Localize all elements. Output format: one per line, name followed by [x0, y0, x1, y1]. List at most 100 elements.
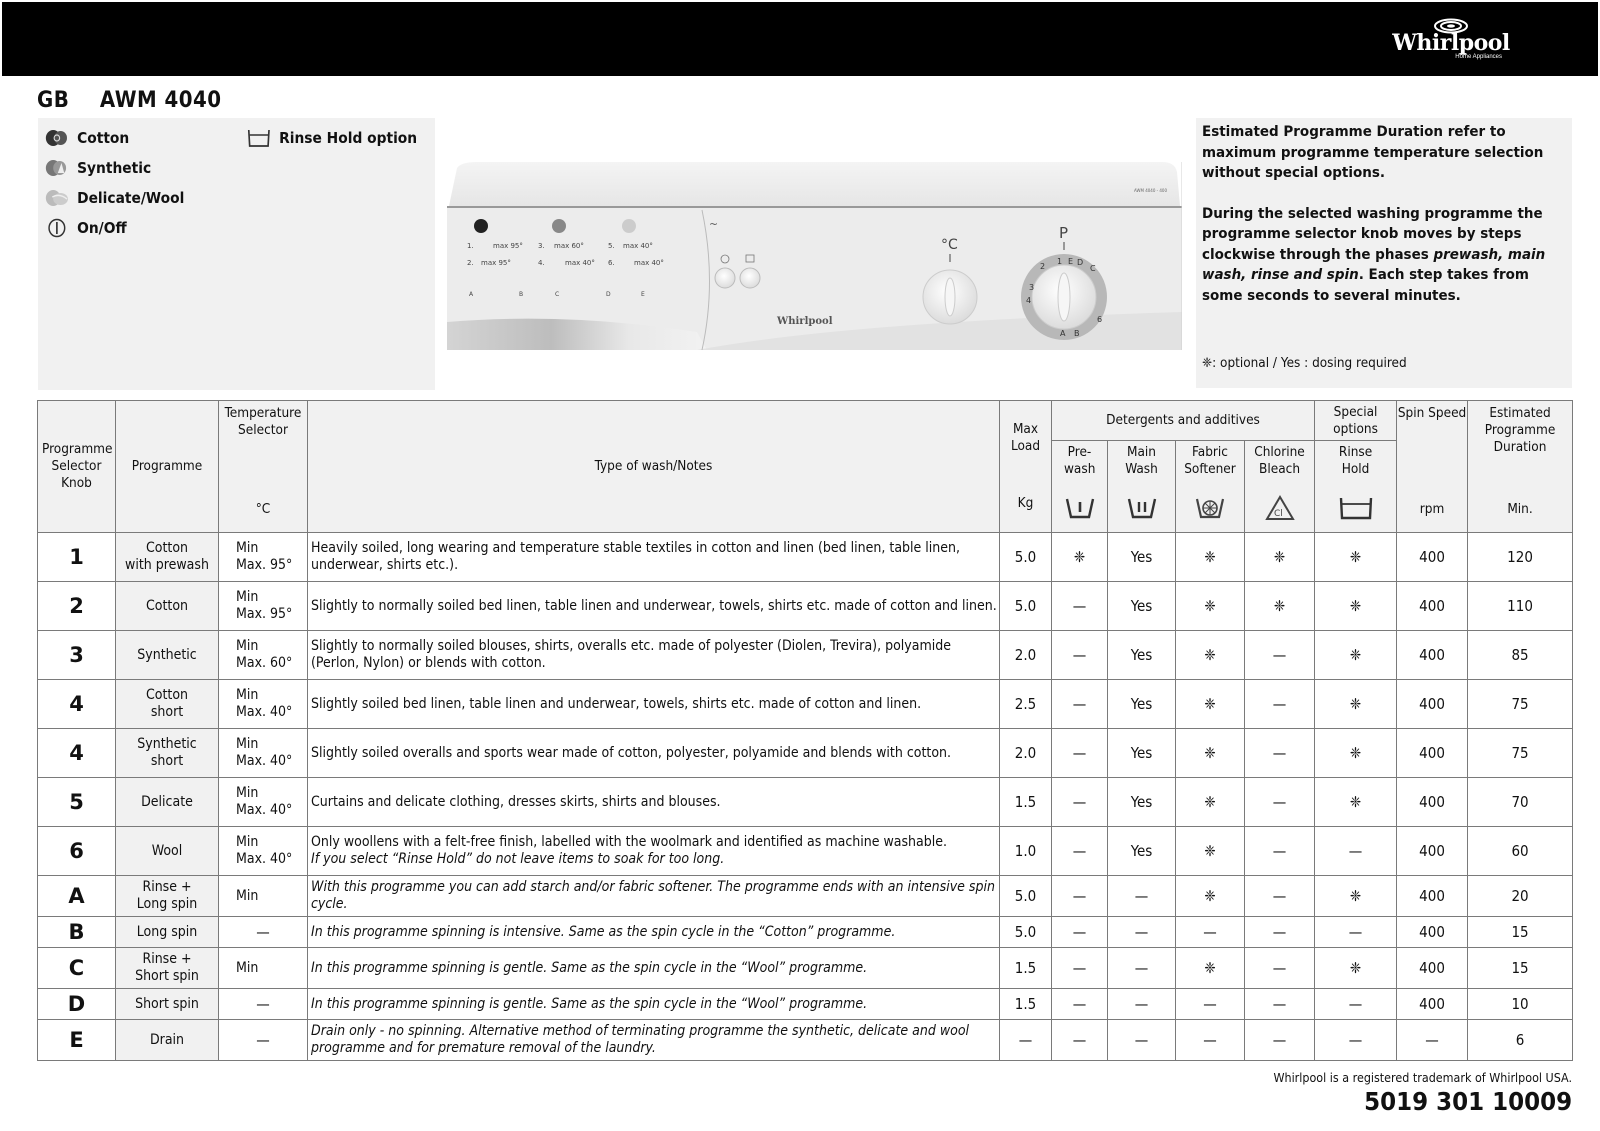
chlorine-bleach-icon: Cl	[1264, 495, 1295, 521]
programme-knob-position: A	[37, 875, 116, 917]
bleach-cell: ❈	[1243, 532, 1316, 582]
spin-speed: 400	[1396, 728, 1469, 778]
temperature-range: —	[218, 916, 308, 948]
bleach-cell: ❈	[1243, 581, 1316, 631]
mainwash-cell: Yes	[1107, 679, 1176, 729]
programme-name: Wool	[115, 826, 219, 876]
svg-text:max 40°: max 40°	[623, 242, 653, 250]
programme-table-body: 1 Cotton with prewash Min Max. 95° Heavily so…	[37, 532, 1574, 1061]
spin-speed: 400	[1396, 988, 1469, 1020]
rinse-hold-icon	[246, 128, 272, 148]
wash-notes: Curtains and delicate clothing, dresses …	[307, 777, 1000, 827]
softener-cell: ❈	[1175, 826, 1245, 876]
cotton-icon	[44, 128, 70, 148]
header-programme: Programme	[115, 400, 219, 533]
wash-notes: Drain only - no spinning. Alternative me…	[307, 1019, 1000, 1061]
programme-duration: 20	[1467, 875, 1574, 917]
prewash-symbol-cell	[1051, 480, 1108, 533]
table-row: C Rinse + Short spin Min In this programme s…	[37, 947, 1574, 989]
header-max-load: Max Load Kg	[999, 400, 1052, 533]
bleach-cell: —	[1243, 679, 1316, 729]
svg-text:C: C	[555, 291, 559, 298]
synthetic-icon	[44, 158, 70, 178]
prewash-cell: —	[1051, 875, 1108, 917]
mainwash-cell: Yes	[1107, 581, 1176, 631]
prewash-cell: —	[1051, 728, 1108, 778]
header-temperature: Temperature Selector °C	[218, 400, 308, 533]
duration-note: Estimated Programme Duration refer to ma…	[1202, 124, 1544, 181]
programme-name: Cotton short	[115, 679, 219, 729]
panel-label-2: 2.	[467, 259, 474, 267]
max-load: 2.0	[999, 630, 1052, 680]
prewash-cell: —	[1051, 826, 1108, 876]
softener-cell: —	[1175, 988, 1245, 1020]
svg-text:1: 1	[1057, 257, 1062, 266]
max-load: 1.5	[999, 777, 1052, 827]
header-bleach: Chlorine Bleach	[1243, 440, 1316, 481]
header-bar: Whirlpool Home Appliances	[2, 2, 1598, 76]
svg-text:Cl: Cl	[1274, 509, 1283, 519]
fabric-softener-icon	[1195, 499, 1225, 519]
bleach-symbol-cell: Cl	[1243, 480, 1316, 533]
spin-speed: 400	[1396, 679, 1469, 729]
programme-knob-position: B	[37, 916, 116, 948]
power-icon	[44, 218, 70, 238]
bleach-cell: —	[1243, 1019, 1316, 1061]
table-row: 5 Delicate Min Max. 40° Curtains and delicat…	[37, 777, 1574, 827]
prewash-cell: —	[1051, 777, 1108, 827]
header-duration: Estimated Programme Duration Min.	[1467, 400, 1574, 533]
max-load: 5.0	[999, 916, 1052, 948]
svg-text:max 40°: max 40°	[634, 259, 664, 267]
rinse-hold-cell: ❈	[1314, 777, 1398, 827]
panel-model-badge: AWM 4040 - 400	[1134, 188, 1167, 193]
panel-label-6: 6.	[608, 259, 615, 267]
svg-text:Whirlpool: Whirlpool	[776, 316, 833, 327]
programme-duration: 120	[1467, 532, 1574, 582]
brand-name: Whirlpool	[1392, 30, 1510, 56]
rinse-hold-cell: —	[1314, 916, 1398, 948]
programme-duration: 6	[1467, 1019, 1574, 1061]
programme-duration: 75	[1467, 728, 1574, 778]
wash-notes: Slightly to normally soiled bed linen, t…	[307, 581, 1000, 631]
prewash-icon	[1065, 498, 1094, 519]
bleach-cell: —	[1243, 826, 1316, 876]
programme-name: Cotton	[115, 581, 219, 631]
rinse-hold-cell: ❈	[1314, 581, 1398, 631]
wash-notes: Only woollens with a felt-free finish, l…	[307, 826, 1000, 876]
programme-knob-position: D	[37, 988, 116, 1020]
softener-cell: ❈	[1175, 777, 1245, 827]
part-number: 5019 301 10009	[1363, 1087, 1572, 1116]
svg-text:4: 4	[1026, 296, 1031, 305]
spin-speed: 400	[1396, 916, 1469, 948]
legend-item-cotton: Cotton	[44, 128, 129, 148]
prewash-cell: —	[1051, 988, 1108, 1020]
header-prewash: Pre-wash	[1051, 440, 1108, 481]
header-detergents: Detergents and additives	[1050, 400, 1316, 441]
temperature-range: Min Max. 95°	[218, 532, 308, 582]
rinse-hold-cell: ❈	[1314, 875, 1398, 917]
mainwash-cell: —	[1107, 875, 1176, 917]
rinse-hold-cell: ❈	[1314, 947, 1398, 989]
wash-notes: Slightly soiled overalls and sports wear…	[307, 728, 1000, 778]
table-row: 2 Cotton Min Max. 95° Slightly to normally s…	[37, 581, 1574, 631]
softener-symbol-cell	[1175, 480, 1245, 533]
optional-icon: ❈	[1202, 356, 1213, 371]
programme-knob-position: 1	[37, 532, 116, 582]
bleach-cell: —	[1243, 988, 1316, 1020]
info-box: Estimated Programme Duration refer to ma…	[1196, 118, 1572, 388]
prewash-cell: —	[1051, 947, 1108, 989]
programme-knob-position: 2	[37, 581, 116, 631]
svg-text:E: E	[641, 291, 645, 298]
programme-knob-position: 5	[37, 777, 116, 827]
programme-name: Synthetic short	[115, 728, 219, 778]
mainwash-cell: —	[1107, 1019, 1176, 1061]
svg-text:E: E	[1068, 257, 1073, 266]
programme-knob-position: C	[37, 947, 116, 989]
programme-duration: 110	[1467, 581, 1574, 631]
prewash-cell: ❈	[1051, 532, 1108, 582]
softener-cell: ❈	[1175, 679, 1245, 729]
max-load: 5.0	[999, 532, 1052, 582]
spin-speed: 400	[1396, 777, 1469, 827]
bleach-cell: —	[1243, 947, 1316, 989]
control-panel-illustration: 1. max 95° 2. max 95° 3. max 60° 4. max …	[447, 162, 1183, 351]
